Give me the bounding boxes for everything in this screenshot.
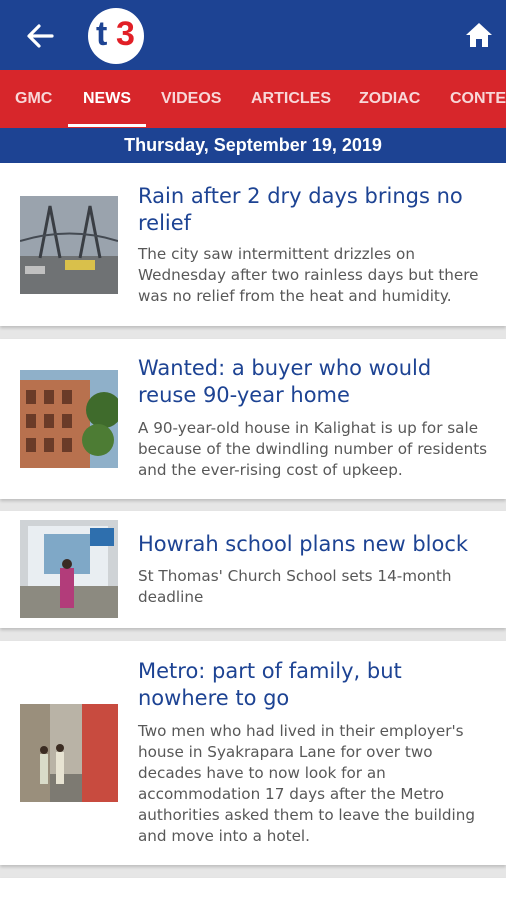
article-headline[interactable]: Metro: part of family, but nowhere to go bbox=[138, 658, 483, 712]
article-headline[interactable]: Howrah school plans new block bbox=[138, 531, 483, 558]
app-header: t 3 bbox=[0, 0, 506, 70]
article-headline[interactable]: Rain after 2 dry days brings no relief bbox=[138, 183, 483, 237]
tab-news[interactable]: NEWS bbox=[83, 70, 131, 128]
school-board-photo-thumbnail bbox=[20, 520, 118, 618]
home-icon[interactable] bbox=[464, 20, 494, 50]
tab-contests[interactable]: CONTE bbox=[450, 70, 506, 128]
t3-logo: t 3 bbox=[88, 8, 144, 64]
article-card-partial[interactable] bbox=[0, 878, 506, 918]
article-card[interactable]: Metro: part of family, but nowhere to go… bbox=[0, 641, 506, 865]
bridge-photo-thumbnail bbox=[20, 196, 118, 294]
article-card[interactable]: Howrah school plans new block St Thomas'… bbox=[0, 511, 506, 628]
article-card[interactable]: Rain after 2 dry days brings no relief T… bbox=[0, 163, 506, 326]
article-summary: A 90-year-old house in Kalighat is up fo… bbox=[138, 419, 488, 479]
tab-gmc[interactable]: GMC bbox=[15, 70, 52, 128]
section-tabs: GMC NEWS VIDEOS ARTICLES ZODIAC CONTE bbox=[0, 70, 506, 128]
tab-articles[interactable]: ARTICLES bbox=[251, 70, 331, 128]
article-summary: The city saw intermittent drizzles on We… bbox=[138, 245, 479, 305]
back-arrow-icon[interactable] bbox=[22, 20, 58, 52]
article-card[interactable]: Wanted: a buyer who would reuse 90-year … bbox=[0, 339, 506, 499]
logo-letter-t: t bbox=[96, 15, 107, 53]
tab-zodiac[interactable]: ZODIAC bbox=[359, 70, 420, 128]
tab-videos[interactable]: VIDEOS bbox=[161, 70, 221, 128]
article-summary: St Thomas' Church School sets 14-month d… bbox=[138, 567, 452, 606]
old-house-photo-thumbnail bbox=[20, 370, 118, 468]
article-headline[interactable]: Wanted: a buyer who would reuse 90-year … bbox=[138, 355, 483, 409]
logo-digit-3: 3 bbox=[116, 15, 135, 53]
active-tab-indicator bbox=[68, 124, 146, 127]
lane-photo-thumbnail bbox=[20, 704, 118, 802]
article-summary: Two men who had lived in their employer'… bbox=[138, 722, 476, 845]
date-bar: Thursday, September 19, 2019 bbox=[0, 128, 506, 163]
